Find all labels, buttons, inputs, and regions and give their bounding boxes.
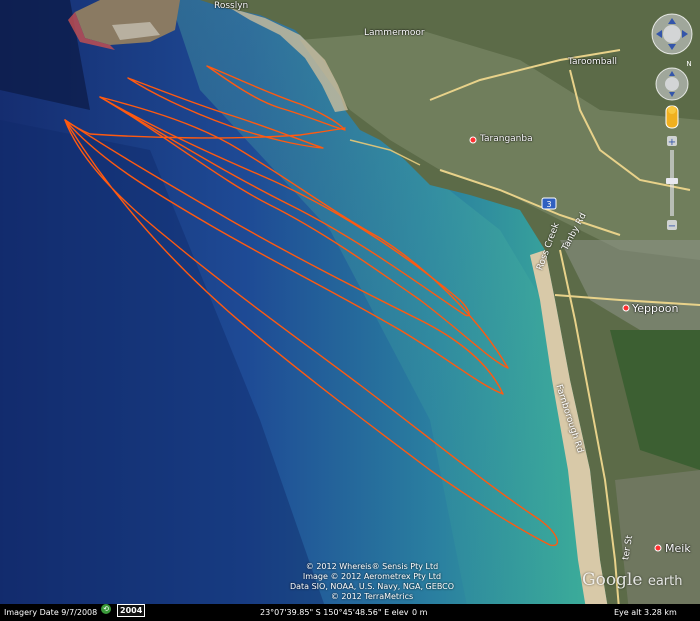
imagery-credits: © 2012 Whereis® Sensis Pty Ltd Image © 2… [262, 562, 482, 602]
cursor-coordinates: 23°07'39.85" S 150°45'48.56" E elev [260, 608, 409, 617]
north-indicator[interactable]: N [686, 60, 691, 68]
map-viewport[interactable]: 3 + − N Rosslyn Lammermoor Taroomball Ta… [0, 0, 700, 621]
map-canvas[interactable]: 3 + − N [0, 0, 700, 621]
place-lammermoor: Lammermoor [364, 28, 425, 38]
place-yeppoon: Yeppoon [632, 302, 679, 315]
eye-altitude: Eye alt 3.28 km [614, 608, 677, 617]
place-meikleville: Meik [665, 542, 691, 555]
move-joystick[interactable] [665, 77, 679, 91]
place-taroomball: Taroomball [568, 57, 618, 67]
yeppoon-marker[interactable] [622, 304, 630, 312]
imagery-date: Imagery Date 9/7/2008 [4, 608, 98, 617]
look-joystick[interactable] [663, 25, 681, 43]
zoom-slider-thumb[interactable] [666, 178, 678, 184]
svg-text:3: 3 [546, 200, 551, 209]
meikleville-marker[interactable] [654, 544, 662, 552]
place-taranganba: Taranganba [480, 134, 533, 144]
google-earth-logo: Google earth [582, 570, 683, 590]
credit-line: © 2012 TerraMetrics [330, 592, 414, 601]
place-rosslyn: Rosslyn [214, 1, 249, 11]
elevation-readout: 0 m [412, 608, 428, 617]
svg-text:+: + [668, 137, 676, 148]
route-shield: 3 [541, 197, 557, 210]
credit-line: © 2012 Whereis® Sensis Pty Ltd [305, 562, 439, 571]
taranganba-marker[interactable] [469, 136, 477, 144]
status-bar: Imagery Date 9/7/2008 ⟲ 2004 23°07'39.85… [0, 604, 700, 621]
credit-line: Data SIO, NOAA, U.S. Navy, NGA, GEBCO [289, 582, 455, 591]
pegman-head [668, 106, 676, 114]
svg-text:−: − [668, 221, 676, 232]
credit-line: Image © 2012 Aerometrex Pty Ltd [302, 572, 442, 581]
